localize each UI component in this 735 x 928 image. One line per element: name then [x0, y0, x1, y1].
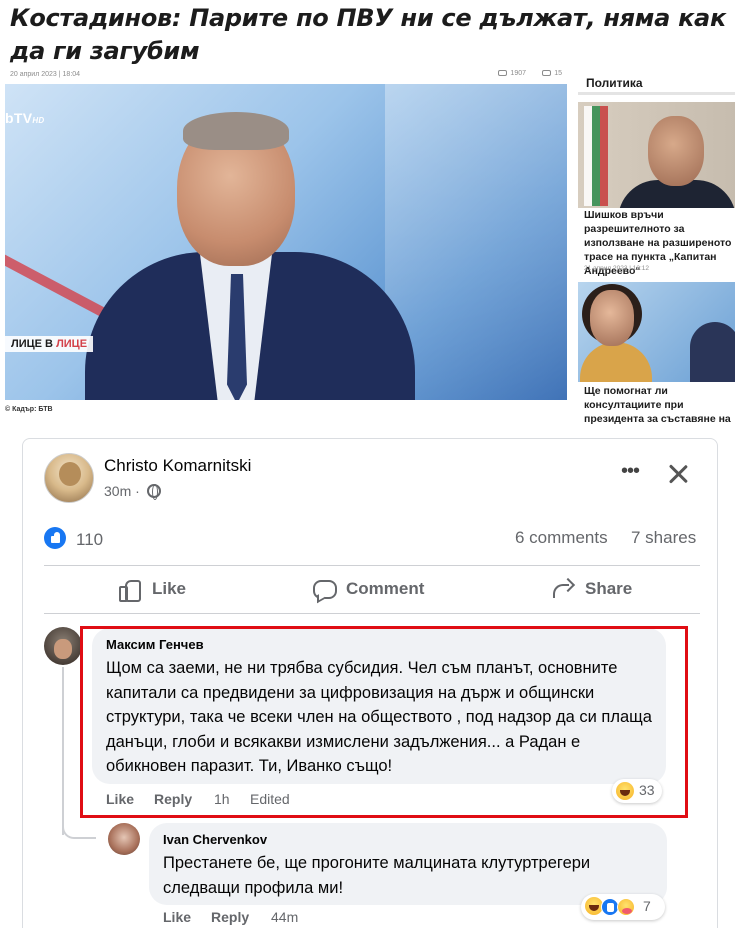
commenter-avatar[interactable]: [44, 627, 82, 665]
reply-like-button[interactable]: Like: [163, 909, 191, 925]
photo-credit: © Кадър: БТВ: [5, 406, 53, 413]
comments-counter[interactable]: 15: [542, 70, 562, 77]
reply-avatar[interactable]: [108, 823, 140, 855]
person-face: [590, 290, 634, 346]
reaction-count[interactable]: 110: [76, 530, 103, 550]
reply-reply-button[interactable]: Reply: [211, 909, 249, 925]
reply-reaction-count: 7: [643, 898, 651, 914]
thread-connector: [62, 825, 96, 839]
facebook-post: Christo Komarnitski 30m · ••• 110 6 comm…: [22, 438, 718, 928]
flag: [584, 106, 608, 206]
post-actions: Like Comment Share: [44, 566, 700, 612]
comment-button-label: Comment: [346, 579, 425, 598]
reply-bubble: Ivan Chervenkov Престанете бе, ще прогон…: [149, 823, 667, 905]
related-sidebar: Политика Шишков връчи разрешителното за …: [578, 66, 735, 430]
reply-author-name[interactable]: Ivan Chervenkov: [163, 832, 267, 847]
comment-edited: Edited: [250, 791, 290, 807]
like-button-label: Like: [152, 579, 187, 598]
article-photo: bTVHD ЛИЦЕ В ЛИЦЕ: [5, 84, 567, 400]
share-icon: [551, 578, 573, 600]
person-hair: [183, 112, 289, 150]
thread-line: [62, 667, 64, 835]
views-icon: [498, 70, 508, 77]
comment-reactions[interactable]: 33: [612, 779, 662, 803]
care-reaction-icon: [617, 898, 635, 916]
person-suit: [690, 322, 735, 382]
page: Костадинов: Парите по ПВУ ни се дължат, …: [0, 0, 735, 928]
person-top: [580, 342, 652, 382]
show-badge: ЛИЦЕ В ЛИЦЕ: [5, 336, 94, 352]
post-stats: 110 6 comments 7 shares: [23, 521, 717, 561]
sidebar-divider: [578, 92, 735, 95]
more-icon[interactable]: •••: [618, 461, 642, 487]
article-date: 20 април 2023 | 18:04: [10, 71, 81, 78]
comment-bubble: Максим Генчев Щом са заеми, не ни трябва…: [92, 628, 666, 784]
reply-time[interactable]: 44m: [271, 909, 298, 925]
comments-icon: [542, 70, 552, 77]
reply-text: Престанете бе, ще прогоните малцината кл…: [163, 854, 591, 897]
post-time[interactable]: 30m ·: [104, 483, 140, 499]
thumbs-up-icon: [118, 578, 141, 602]
related-photo-2[interactable]: [578, 282, 735, 382]
close-icon[interactable]: [663, 459, 693, 489]
related-photo-1[interactable]: [578, 102, 735, 208]
person-face: [648, 116, 704, 186]
comment-like-button[interactable]: Like: [106, 791, 134, 807]
comment-icon: [312, 578, 337, 600]
article-headline: Костадинов: Парите по ПВУ ни се дължат, …: [10, 4, 726, 65]
like-button[interactable]: Like: [118, 572, 186, 606]
show-badge-part2: ЛИЦЕ: [56, 338, 88, 350]
share-button-label: Share: [585, 579, 633, 598]
comments-link[interactable]: 6 comments: [515, 528, 608, 548]
reply-reactions[interactable]: 7: [581, 894, 665, 920]
tv-logo: bTVHD: [5, 110, 45, 126]
share-button[interactable]: Share: [551, 572, 632, 606]
comment-reply-button[interactable]: Reply: [154, 791, 192, 807]
divider: [44, 613, 700, 614]
laugh-reaction-icon: [616, 782, 634, 800]
views-count: 1907: [510, 70, 526, 77]
comment-reaction-count: 33: [639, 782, 655, 798]
sidebar-title: Политика: [586, 76, 643, 90]
comment-time[interactable]: 1h: [214, 791, 230, 807]
related-title-2[interactable]: Ще помогнат ли консултациите при президе…: [584, 384, 735, 426]
tv-logo-text: bTV: [5, 110, 33, 126]
comment-text: Щом са заеми, не ни трябва субсидия. Чел…: [106, 659, 652, 775]
like-reaction-icon[interactable]: [44, 527, 66, 549]
author-name[interactable]: Christo Komarnitski: [104, 456, 251, 476]
post-header: Christo Komarnitski 30m · •••: [23, 439, 717, 519]
author-avatar[interactable]: [44, 453, 94, 503]
related-date-1: 21 април 2023 | 13:12: [584, 265, 650, 272]
globe-icon: [147, 484, 161, 500]
tv-logo-sub: HD: [32, 116, 45, 125]
shares-link[interactable]: 7 shares: [631, 528, 696, 548]
show-badge-part1: ЛИЦЕ В: [11, 338, 57, 350]
news-article: Костадинов: Парите по ПВУ ни се дължат, …: [0, 0, 735, 430]
comment-button[interactable]: Comment: [312, 572, 424, 606]
article-meta: 20 април 2023 | 18:04 1907 15: [10, 70, 566, 82]
comments-count: 15: [554, 70, 562, 77]
views-counter: 1907: [498, 70, 526, 77]
commenter-name[interactable]: Максим Генчев: [106, 637, 204, 652]
